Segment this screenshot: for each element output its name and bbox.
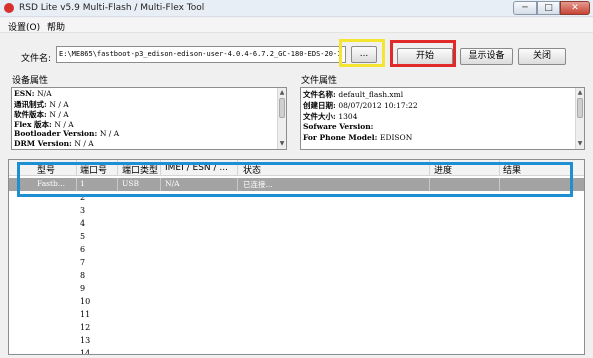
scroll-thumb[interactable] (279, 98, 285, 118)
file-properties-panel: 文件名称: default_flash.xml 创建日期: 08/07/2012… (300, 87, 585, 150)
device-prop-row: ESN: N/A (14, 89, 52, 98)
scroll-down-icon[interactable]: ▼ (576, 140, 584, 148)
maximize-icon: □ (544, 3, 553, 13)
scroll-thumb[interactable] (577, 98, 583, 118)
device-properties-scrollbar[interactable]: ▲ ▼ (277, 88, 286, 149)
show-devices-button[interactable]: 显示设备 (460, 48, 513, 65)
port-number: 3 (80, 206, 86, 215)
device-properties-panel: ESN: N/A 通讯制式: N / A 软件版本: N / A Flex 版本… (11, 87, 287, 150)
file-name-label: 文件名: (21, 54, 52, 64)
start-highlight-box (390, 40, 456, 67)
close-button[interactable]: 关闭 (518, 48, 566, 65)
port-number: 5 (80, 232, 86, 241)
file-prop-row: 创建日期: 08/07/2012 10:17:22 (303, 101, 418, 110)
close-icon: ✕ (571, 3, 579, 13)
minimize-icon: ─ (522, 3, 528, 13)
motorola-logo-icon (4, 3, 14, 13)
port-number: 12 (80, 323, 91, 332)
port-number: 6 (80, 245, 86, 254)
close-window-button[interactable]: ✕ (560, 1, 590, 15)
menu-settings[interactable]: 设置(O) (8, 20, 40, 33)
device-prop-row: DRM Version: N / A (14, 139, 94, 148)
device-properties-label: 设备属性 (12, 76, 49, 86)
device-prop-row: 通讯制式: N / A (14, 100, 69, 109)
minimize-button[interactable]: ─ (513, 1, 537, 15)
port-number: 7 (80, 258, 86, 267)
scroll-up-icon[interactable]: ▲ (278, 89, 286, 97)
title-bar: RSD Lite v5.9 Multi-Flash / Multi-Flex T… (0, 0, 593, 17)
scroll-down-icon[interactable]: ▼ (278, 140, 286, 148)
maximize-button[interactable]: □ (537, 1, 560, 15)
browse-highlight-box (339, 39, 385, 67)
file-properties-label: 文件属性 (301, 76, 338, 86)
file-prop-row: 文件大小: 1304 (303, 112, 358, 121)
port-number: 10 (80, 297, 91, 306)
file-prop-row: 文件名称: default_flash.xml (303, 90, 404, 99)
device-row-highlight-box (17, 162, 573, 197)
port-number: 11 (80, 310, 91, 319)
window-title: RSD Lite v5.9 Multi-Flash / Multi-Flex T… (19, 3, 205, 13)
device-prop-row: Bootloader Version: N / A (14, 129, 120, 138)
file-path-field[interactable]: E:\ME865\fastboot-p3_edison-edison-user-… (56, 46, 346, 63)
file-prop-row: For Phone Model: EDISON (303, 133, 413, 142)
menu-help[interactable]: 帮助 (47, 20, 65, 33)
file-prop-row: Sofware Version: (303, 122, 374, 131)
port-number: 4 (80, 219, 86, 228)
device-prop-row: 软件版本: N / A (14, 110, 69, 119)
scroll-up-icon[interactable]: ▲ (576, 89, 584, 97)
port-number: 9 (80, 284, 86, 293)
port-number: 13 (80, 336, 91, 345)
port-number: 14 (80, 349, 91, 355)
file-properties-scrollbar[interactable]: ▲ ▼ (575, 88, 584, 149)
menu-bar: 设置(O) 帮助 (0, 18, 593, 33)
port-number: 8 (80, 271, 86, 280)
device-prop-row: Flex 版本: N / A (14, 120, 74, 129)
